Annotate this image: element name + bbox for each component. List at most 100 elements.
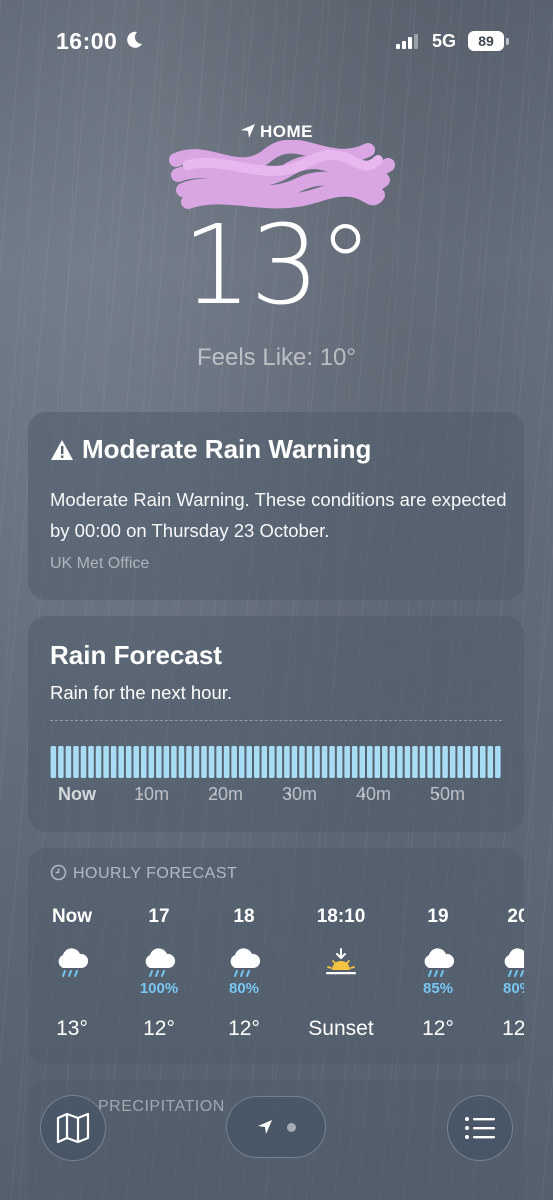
hourly-time: 18: [233, 906, 255, 927]
rain-bar: [336, 746, 343, 778]
rain-bar: [261, 746, 268, 778]
rain-tick-40m: 40m: [356, 784, 392, 804]
map-button[interactable]: [40, 1095, 106, 1161]
rain-forecast-heavy-line: [50, 720, 502, 721]
clock-icon: [50, 864, 67, 881]
hourly-time: 17: [148, 906, 170, 927]
rain-bar: [351, 746, 358, 778]
weather-warning-card[interactable]: Moderate Rain Warning Moderate Rain Warn…: [28, 412, 524, 600]
rain-bar: [95, 746, 102, 778]
rain-bar: [103, 746, 109, 778]
rain-time-axis: Now 10m 20m 30m 40m 50m: [50, 784, 502, 806]
warning-icon: [51, 440, 73, 460]
network-label: 5G: [432, 31, 457, 51]
rain-bar: [238, 746, 245, 778]
rain-bar: [58, 746, 64, 778]
rain-forecast-title: Rain Forecast: [50, 640, 222, 670]
hourly-item: Now 13°: [32, 906, 112, 1041]
rain-bar: [457, 746, 463, 778]
hourly-time: Now: [51, 906, 93, 927]
rain-bar: [291, 746, 298, 778]
rain-bar: [269, 746, 275, 778]
hourly-forecast-card[interactable]: HOURLY FORECAST Now 13° 17 100% 12° 18 80% 12° 1…: [28, 848, 524, 1064]
hourly-precip-chance: 80%: [228, 980, 260, 997]
rain-bar: [141, 746, 147, 778]
hourly-item: 18 80% 12°: [204, 906, 284, 1041]
rain-bar: [487, 746, 494, 778]
rain-intensity-chart: [50, 740, 502, 780]
hourly-forecast-header-text: HOURLY FORECAST: [73, 865, 238, 882]
rain-bar: [412, 746, 418, 778]
hourly-time: 19: [427, 906, 449, 927]
rain-bar: [427, 746, 433, 778]
rain-bar: [464, 746, 471, 778]
rain-bar: [148, 746, 155, 778]
rain-bar: [193, 746, 200, 778]
hourly-temperature: 13°: [56, 1017, 88, 1040]
rain-bar: [276, 746, 283, 778]
battery-cap: [506, 38, 509, 45]
rain-tick-30m: 30m: [282, 784, 318, 804]
rain-tick-50m: 50m: [430, 784, 466, 804]
hourly-temperature: 12°: [422, 1017, 454, 1040]
list-icon: [465, 1117, 495, 1139]
rain-bar: [125, 746, 132, 778]
warning-source: UK Met Office: [50, 555, 150, 572]
hourly-temperature: 12°: [502, 1017, 524, 1040]
hourly-item: 19 85% 12°: [398, 906, 478, 1041]
location-text: HOME: [260, 122, 313, 141]
location-list-button[interactable]: [447, 1095, 513, 1161]
rain-bar: [73, 746, 79, 778]
rain-tick-now: Now: [58, 784, 96, 804]
rain-bar: [163, 746, 170, 778]
rain-bar: [178, 746, 185, 778]
warning-body: Moderate Rain Warning. These conditions …: [50, 489, 507, 541]
rain-bar: [442, 746, 448, 778]
rain-bar: [118, 746, 124, 778]
rain-bar: [80, 746, 87, 778]
rain-bar: [329, 746, 335, 778]
hourly-precip-chance: 85%: [422, 980, 454, 997]
hourly-temperature: 12°: [143, 1017, 175, 1040]
rain-bar: [389, 746, 396, 778]
rain-bar: [156, 746, 162, 778]
rain-bar: [344, 746, 350, 778]
hourly-item: 18:10 Sunset: [301, 906, 381, 1041]
rain-bar: [367, 746, 373, 778]
rain-tick-10m: 10m: [134, 784, 170, 804]
rain-bar: [186, 746, 192, 778]
hourly-time: 20: [507, 906, 524, 927]
location-arrow-icon: [241, 124, 255, 138]
rain-bar: [306, 746, 313, 778]
warning-title-text: Moderate Rain Warning: [82, 434, 372, 464]
rain-bar: [110, 746, 117, 778]
rain-bar: [284, 746, 290, 778]
status-time: 16:00: [56, 28, 118, 54]
hourly-item: 2080%12°: [478, 906, 524, 1041]
rain-bar: [88, 746, 94, 778]
rain-forecast-subtitle: Rain for the next hour.: [50, 682, 233, 703]
rain-bar: [50, 746, 57, 778]
rain-bar: [480, 746, 486, 778]
rain-bar: [495, 746, 501, 778]
rain-bar: [65, 746, 72, 778]
current-location-arrow-icon: [258, 1120, 272, 1134]
rain-bar: [404, 746, 411, 778]
rain-bar: [246, 746, 252, 778]
rain-bar: [321, 746, 328, 778]
rain-bar: [208, 746, 215, 778]
rain-bar: [472, 746, 478, 778]
rain-bar: [216, 746, 222, 778]
page-indicator[interactable]: [226, 1096, 326, 1158]
hourly-time: 18:10: [316, 906, 366, 927]
precipitation-header: PRECIPITATION: [98, 1098, 225, 1115]
rain-bar: [374, 746, 381, 778]
rain-bar: [397, 746, 403, 778]
rain-bar: [299, 746, 305, 778]
rain-bar: [231, 746, 237, 778]
rain-bar: [171, 746, 177, 778]
rain-bar: [419, 746, 426, 778]
signal-icon: [396, 34, 418, 49]
rain-bar: [254, 746, 260, 778]
rain-forecast-card[interactable]: Rain Forecast Rain for the next hour. No…: [28, 616, 524, 832]
